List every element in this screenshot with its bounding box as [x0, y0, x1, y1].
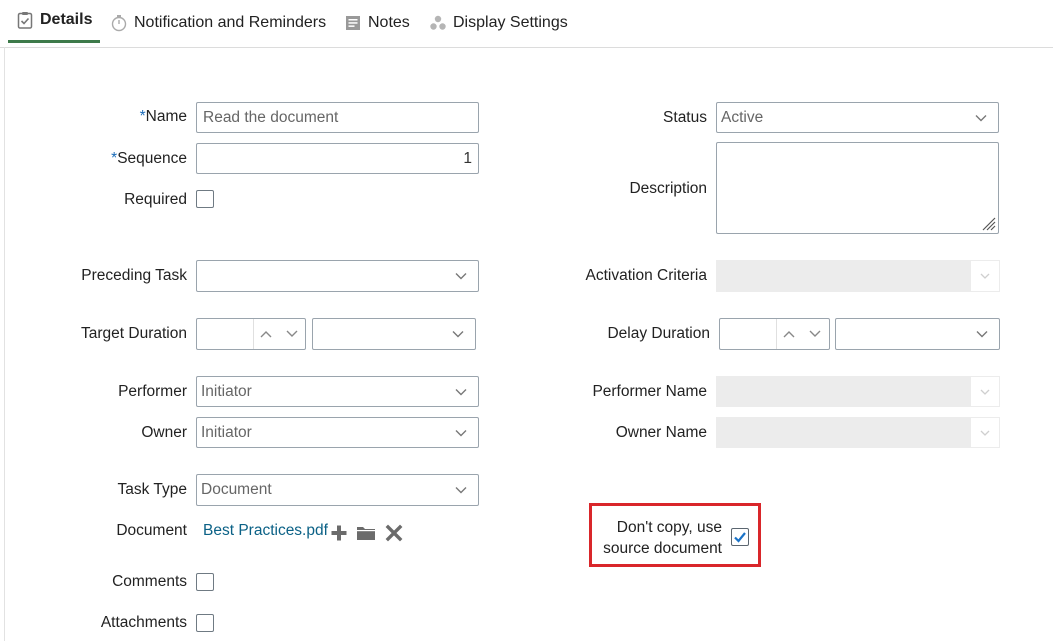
checkmark-icon	[734, 532, 746, 543]
comments-checkbox[interactable]	[196, 573, 214, 591]
owner-name-dropdown-button	[970, 417, 1000, 448]
performer-name-select	[716, 376, 1000, 407]
activation-criteria-label: Activation Criteria	[585, 267, 707, 284]
tab-details[interactable]: Details	[8, 0, 100, 43]
plus-icon[interactable]	[330, 524, 348, 542]
tab-notification-and-reminders[interactable]: Notification and Reminders	[110, 0, 326, 46]
performer-label: Performer	[118, 383, 187, 400]
tab-display-settings[interactable]: Display Settings	[429, 0, 568, 46]
sequence-label: *Sequence	[111, 150, 187, 167]
attachments-checkbox[interactable]	[196, 614, 214, 632]
document-label: Document	[116, 522, 187, 539]
chevron-down-icon[interactable]	[285, 328, 299, 340]
tab-notes-label: Notes	[368, 14, 410, 31]
dots-cluster-icon	[429, 14, 447, 32]
task-type-label: Task Type	[117, 481, 187, 498]
dont-copy-label-line2: source document	[603, 540, 722, 557]
chevron-down-icon	[455, 429, 467, 436]
tab-notes[interactable]: Notes	[344, 0, 410, 46]
comments-label: Comments	[112, 573, 187, 590]
preceding-task-label: Preceding Task	[81, 267, 187, 284]
owner-select[interactable]: Initiator	[196, 417, 479, 448]
folder-icon[interactable]	[356, 524, 376, 542]
chevron-up-icon[interactable]	[782, 328, 796, 340]
dont-copy-label: Don't copy, use source document	[603, 517, 722, 559]
chevron-down-icon	[452, 331, 464, 338]
owner-name-select	[716, 417, 1000, 448]
status-select[interactable]: Active	[716, 102, 999, 133]
chevron-down-icon	[455, 273, 467, 280]
attachments-label: Attachments	[100, 614, 187, 631]
description-textarea[interactable]	[716, 142, 999, 234]
delay-duration-unit-select[interactable]	[835, 318, 1000, 350]
clipboard-check-icon	[16, 11, 34, 29]
delay-duration-stepper[interactable]	[719, 318, 830, 350]
description-label: Description	[629, 180, 707, 197]
task-type-value: Document	[201, 481, 272, 498]
chevron-down-icon	[976, 331, 988, 338]
status-value: Active	[721, 108, 764, 126]
dont-copy-checkbox[interactable]	[731, 528, 749, 546]
performer-name-label: Performer Name	[592, 383, 707, 400]
chevron-down-icon	[975, 114, 987, 121]
task-type-select[interactable]: Document	[196, 474, 479, 506]
sequence-input[interactable]: 1	[196, 143, 479, 174]
document-link[interactable]: Best Practices.pdf	[203, 522, 328, 540]
name-label: *Name	[139, 108, 187, 125]
target-duration-unit-select[interactable]	[312, 318, 476, 350]
tab-display-settings-label: Display Settings	[453, 14, 568, 31]
tab-bar: Details Notification and Reminders Notes…	[0, 0, 1053, 48]
owner-name-label: Owner Name	[615, 424, 707, 441]
chevron-down-icon	[455, 388, 467, 395]
performer-value: Initiator	[201, 382, 252, 400]
required-label: Required	[124, 191, 187, 208]
chevron-down-icon	[980, 273, 990, 279]
tab-notification-label: Notification and Reminders	[134, 14, 327, 31]
preceding-task-select[interactable]	[196, 260, 479, 292]
delay-duration-label: Delay Duration	[607, 325, 710, 342]
stopwatch-icon	[110, 14, 128, 32]
target-duration-value[interactable]	[197, 319, 254, 349]
panel-border	[4, 47, 5, 641]
required-checkbox[interactable]	[196, 190, 214, 208]
name-input[interactable]: Read the document	[196, 102, 479, 133]
status-label: Status	[663, 109, 707, 126]
close-x-icon[interactable]	[385, 524, 403, 542]
chevron-down-icon	[455, 487, 467, 494]
note-icon	[344, 14, 362, 32]
resize-handle-icon[interactable]	[980, 215, 996, 231]
activation-criteria-select	[716, 260, 1000, 292]
performer-select[interactable]: Initiator	[196, 376, 479, 407]
activation-criteria-dropdown-button	[970, 260, 1000, 292]
delay-duration-value[interactable]	[720, 319, 777, 349]
target-duration-stepper[interactable]	[196, 318, 306, 350]
chevron-up-icon[interactable]	[259, 328, 273, 340]
owner-value: Initiator	[201, 423, 252, 441]
chevron-down-icon	[980, 430, 990, 436]
owner-label: Owner	[141, 424, 187, 441]
tab-details-label: Details	[40, 11, 93, 28]
chevron-down-icon	[980, 389, 990, 395]
dont-copy-label-line1: Don't copy, use	[616, 519, 722, 536]
target-duration-label: Target Duration	[81, 325, 187, 342]
chevron-down-icon[interactable]	[808, 328, 822, 340]
performer-name-dropdown-button	[970, 376, 1000, 407]
